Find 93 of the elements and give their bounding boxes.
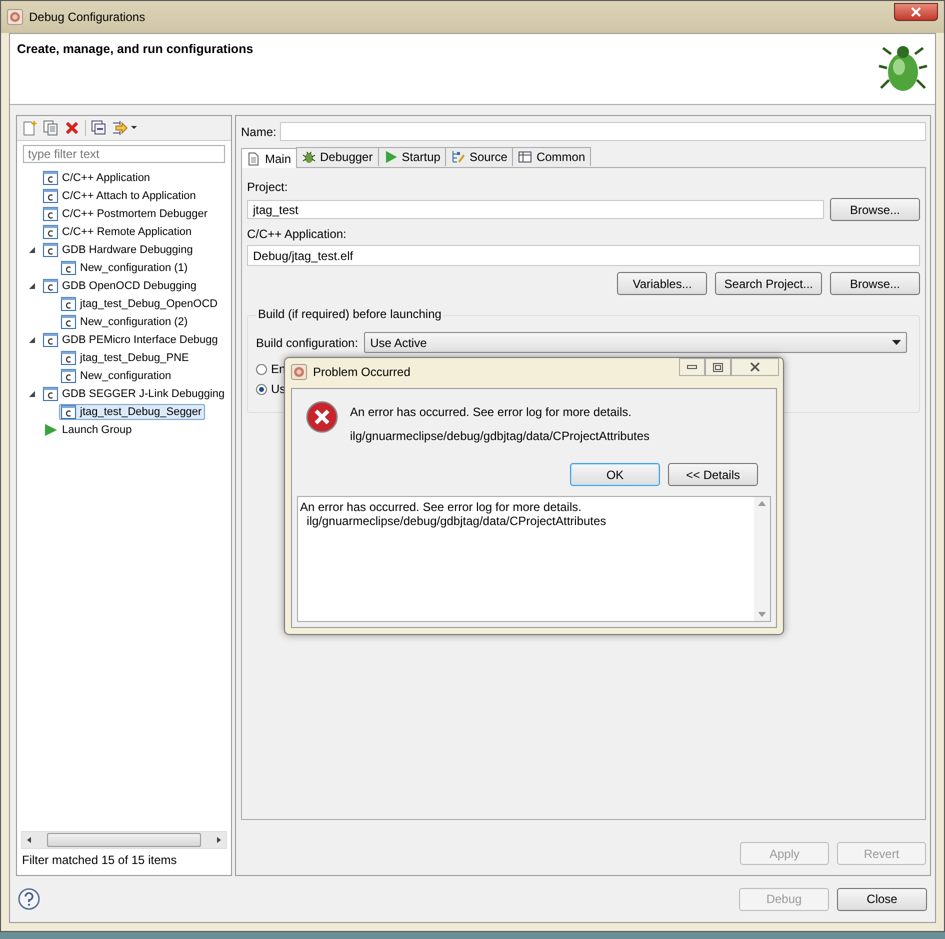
dialog-button[interactable]: OK [570,463,660,486]
play-icon [43,423,58,437]
application-label: C/C++ Application: [247,227,348,241]
document-icon [247,152,261,166]
app-icon [291,364,307,380]
build-config-dropdown[interactable]: Use Active [364,332,907,353]
config-icon [61,261,76,275]
table-icon [518,150,532,164]
error-message: An error has occurred. See error log for more details. [350,405,632,419]
tree-item[interactable]: GDB PEMicro Interface Debugg [41,332,221,348]
config-icon [61,297,76,311]
action-button[interactable]: Search Project... [715,272,822,295]
duplicate-icon[interactable] [43,120,59,136]
vertical-scrollbar[interactable] [754,497,770,621]
config-icon [61,351,76,365]
config-icon [43,243,58,257]
details-line: ilg/gnuarmeclipse/debug/gdbjtag/data/CProjectAttributes [306,514,608,528]
close-icon [749,362,761,372]
error-detail: ilg/gnuarmeclipse/debug/gdbjtag/data/CProjectAttributes [350,429,650,443]
header-title: Create, manage, and run configurations [17,42,254,58]
app-icon [7,9,23,25]
tree-item[interactable]: Launch Group [41,422,135,438]
dropdown-arrow-icon [892,340,901,346]
tab[interactable]: Source [445,147,514,166]
minimize-icon [687,365,697,369]
tree-pencil-icon [451,150,466,164]
tree-item[interactable]: jtag_test_Debug_OpenOCD [59,296,221,312]
close-button[interactable] [731,358,779,376]
config-icon [43,279,58,293]
details-line: An error has occurred. See error log for more details. [300,500,582,514]
tab[interactable]: Debugger [296,147,379,166]
collapse-arrow-icon[interactable] [27,281,37,291]
new-config-icon[interactable] [22,120,38,136]
delete-icon[interactable] [64,120,80,136]
error-icon [306,401,338,433]
collapse-arrow-icon[interactable] [27,389,37,399]
tree-item[interactable]: jtag_test_Debug_PNE [59,350,192,366]
tab[interactable]: Startup [378,147,446,166]
tree-item[interactable]: New_configuration (1) [59,260,191,276]
config-icon [43,333,58,347]
tree-item[interactable]: jtag_test_Debug_Segger [59,404,205,420]
collapse-arrow-icon[interactable] [27,245,37,255]
tree-item[interactable]: C/C++ Remote Application [41,224,195,240]
maximize-icon [713,362,723,372]
filter-field[interactable]: type filter text [23,145,225,163]
config-icon [43,171,58,185]
config-icon [61,405,76,419]
config-icon [43,225,58,239]
tab[interactable]: Common [512,147,592,166]
close-button[interactable] [894,3,938,21]
browse-button[interactable]: Browse... [830,198,920,221]
help-icon[interactable] [18,888,40,910]
tree-item[interactable]: GDB OpenOCD Debugging [41,278,200,294]
application-field[interactable]: Debug/jtag_test.elf [247,245,920,266]
config-icon [43,387,58,401]
footer-button[interactable]: Close [837,888,927,910]
tree-item[interactable]: GDB Hardware Debugging [41,242,196,258]
tree-item[interactable]: C/C++ Application [41,170,154,186]
maximize-button[interactable] [705,358,731,376]
collapse-arrow-icon[interactable] [27,335,37,345]
play-icon [384,150,398,164]
tab[interactable]: Main [241,148,298,168]
tree-item[interactable]: GDB SEGGER J-Link Debugging [41,386,228,402]
filter-status: Filter matched 15 of 15 items [22,853,177,867]
tree-item[interactable]: C/C++ Attach to Application [41,188,199,204]
action-button[interactable]: Browse... [830,272,920,295]
config-icon [61,315,76,329]
scroll-left-icon[interactable] [25,836,33,844]
dialog-button[interactable]: << Details [668,463,758,486]
name-label: Name: [241,124,276,138]
action-button[interactable]: Variables... [617,272,708,295]
horizontal-scrollbar[interactable] [21,831,227,849]
scroll-up-icon[interactable] [758,501,766,506]
window-title: Debug Configurations [29,10,146,24]
tree-item[interactable]: New_configuration (2) [59,314,191,330]
bug-icon [302,150,316,164]
close-icon [910,7,922,17]
tree-item[interactable]: C/C++ Postmortem Debugger [41,206,211,222]
name-field[interactable] [280,122,926,141]
config-icon [61,369,76,383]
collapse-all-icon[interactable] [91,120,107,136]
project-field[interactable]: jtag_test [247,200,824,219]
dialog-title: Problem Occurred [313,365,410,379]
config-icon [43,189,58,203]
minimize-button[interactable] [679,358,705,376]
build-config-label: Build configuration: [256,336,358,350]
group-title: Build (if required) before launching [256,307,444,321]
tree-item[interactable]: New_configuration [59,368,174,384]
scroll-down-icon[interactable] [758,612,766,617]
config-icon [43,207,58,221]
project-label: Project: [247,180,289,194]
filter-icon[interactable] [112,120,138,136]
scroll-right-icon[interactable] [215,836,223,844]
